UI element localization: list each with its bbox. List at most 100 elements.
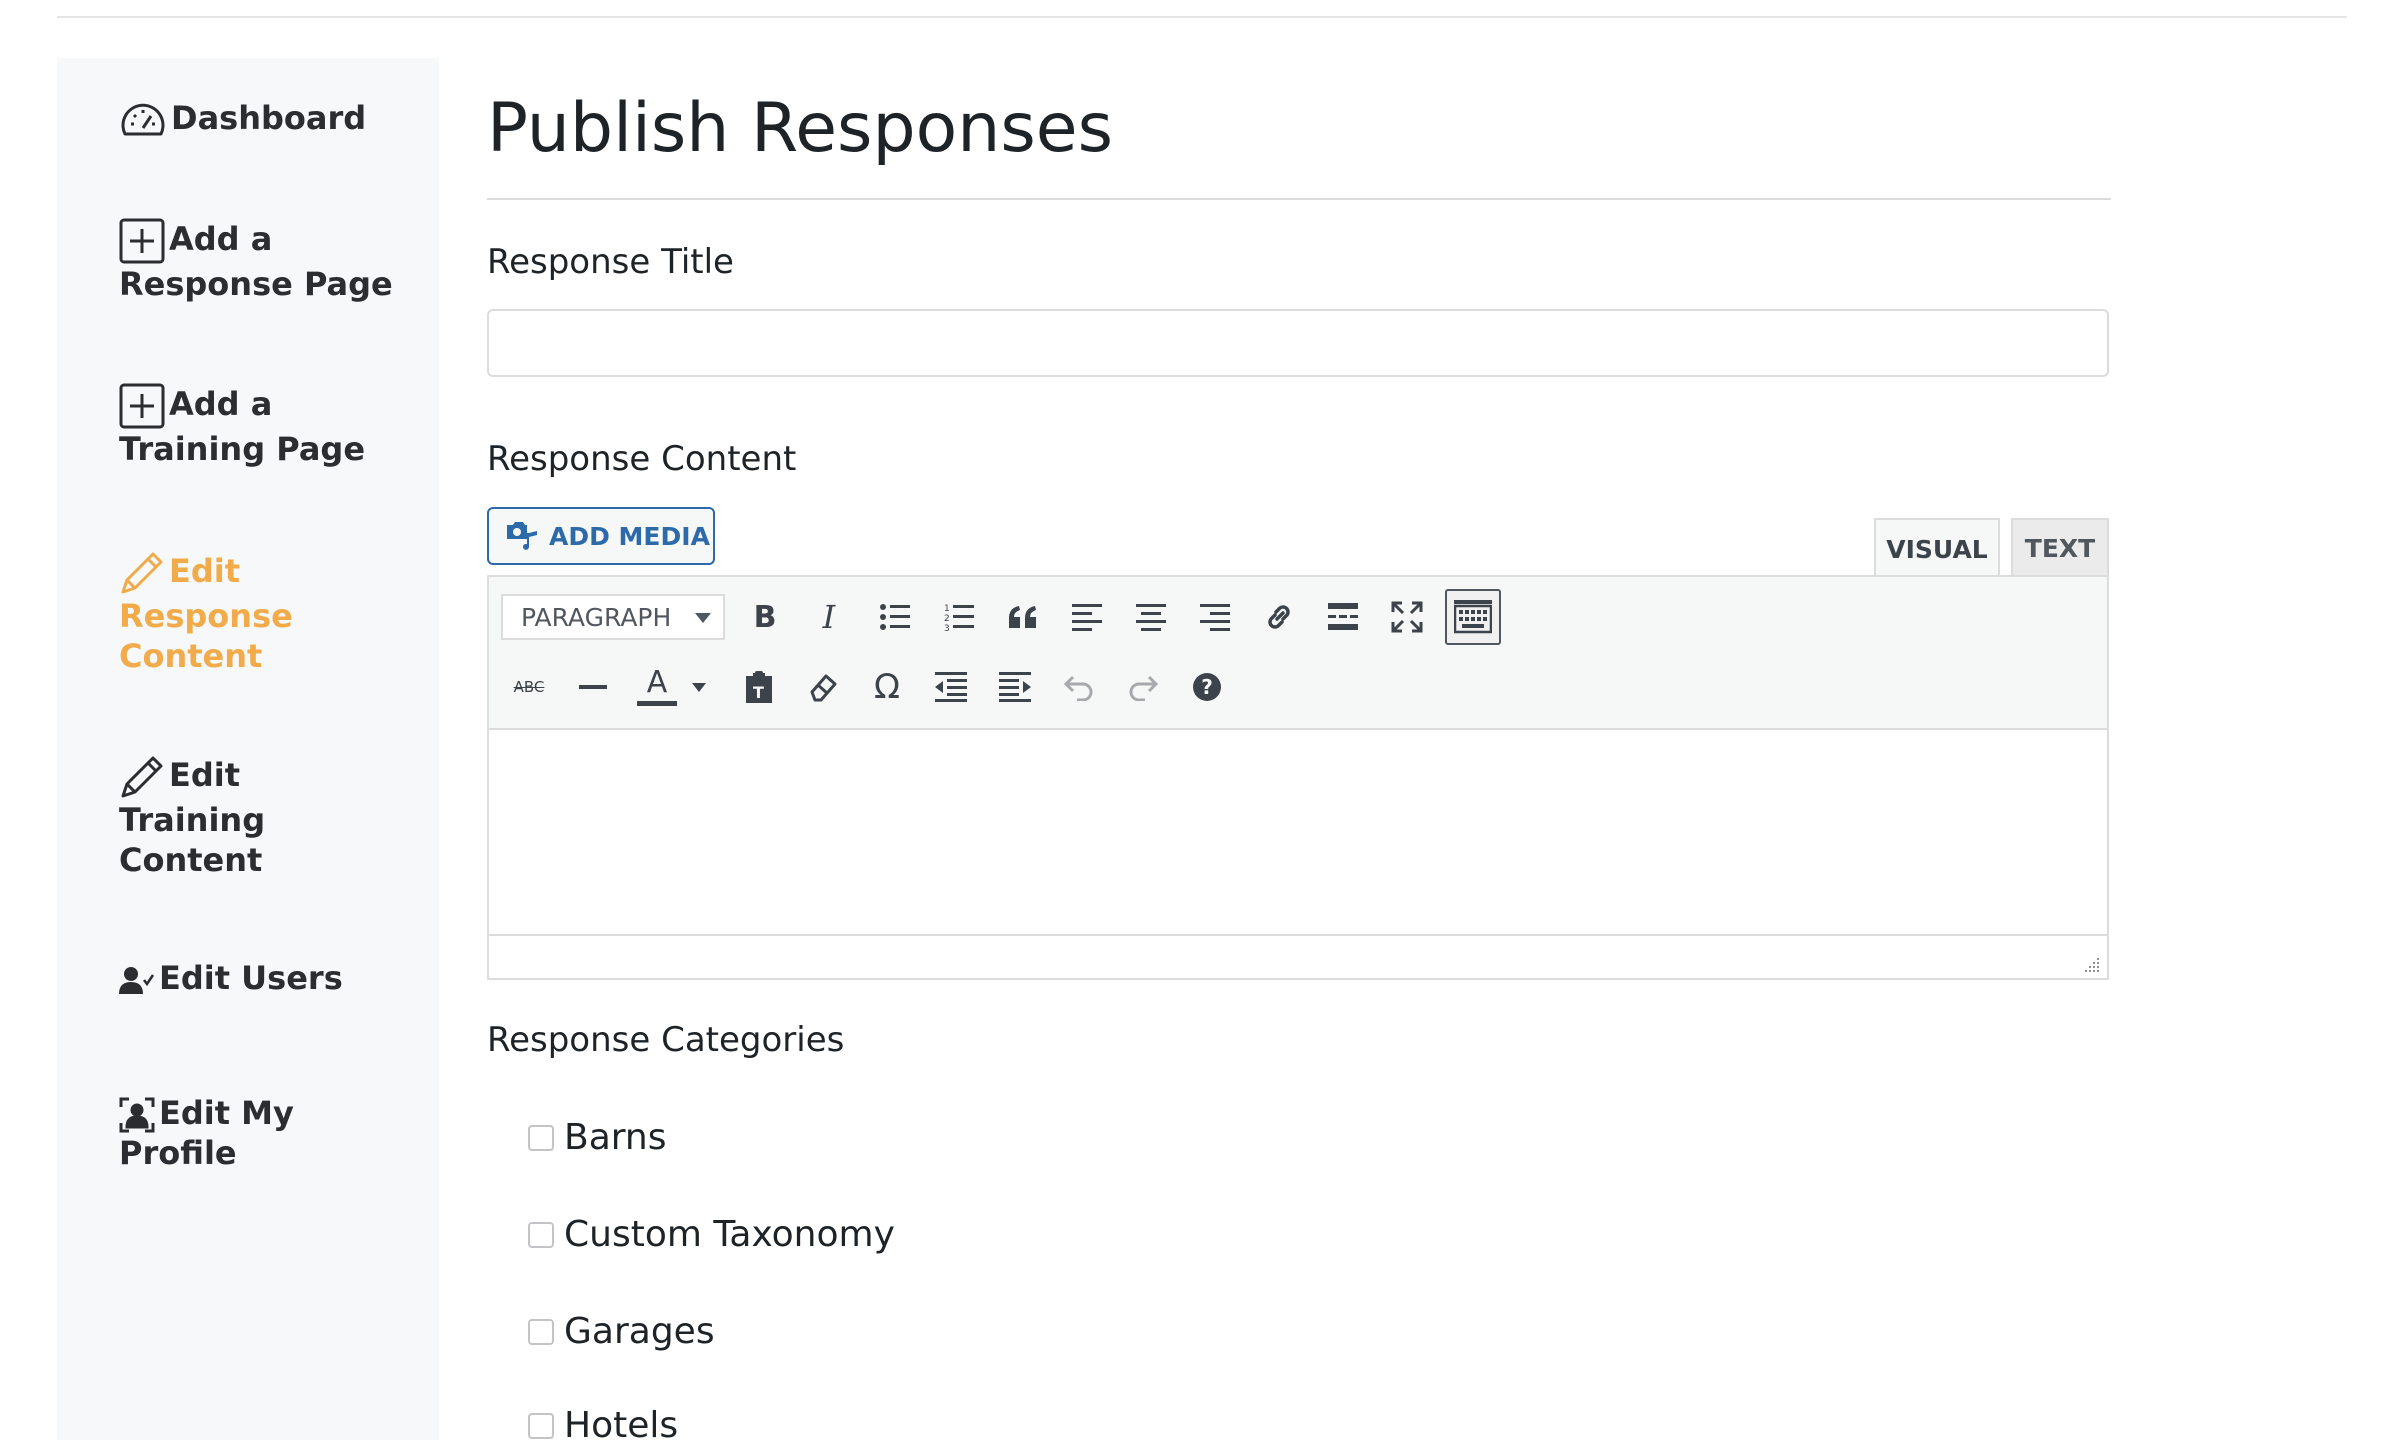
sidebar-item-add-training-page[interactable]: Add a Training Page [119,383,419,469]
category-label: Garages [564,1311,715,1352]
sidebar-item-label: Response [119,597,293,635]
bullet-list-button[interactable] [869,591,921,643]
chevron-down-icon [692,682,706,692]
text-color-swatch [637,701,677,706]
format-select-value: PARAGRAPH [521,602,672,632]
toolbar-toggle-icon [1454,600,1492,634]
text-color-button[interactable]: A [631,661,683,713]
redo-icon [1129,675,1159,701]
content-editor-area[interactable] [487,730,2109,935]
indent-icon [999,672,1031,702]
outdent-button[interactable] [925,661,977,713]
undo-button[interactable] [1053,661,1105,713]
text-color-icon: A [637,668,677,706]
toolbar-toggle-button[interactable] [1445,589,1501,645]
sidebar-item-add-response-page[interactable]: Add a Response Page [119,218,419,304]
strikethrough-button[interactable]: ABC [503,661,555,713]
svg-text:2: 2 [944,614,950,624]
sidebar-item-edit-users[interactable]: Edit Users [119,958,419,998]
sidebar-item-dashboard[interactable]: Dashboard [119,98,419,140]
svg-text:T: T [753,683,764,702]
tab-text[interactable]: TEXT [2011,518,2109,576]
dashboard-gauge-icon [119,100,167,140]
checkbox[interactable] [528,1222,554,1248]
bold-button[interactable]: B [739,591,791,643]
blockquote-icon [1009,606,1036,628]
response-content-label: Response Content [487,439,797,479]
format-select[interactable]: PARAGRAPH [501,594,725,640]
user-check-icon [119,964,155,996]
sidebar-item-edit-response-content[interactable]: Edit Response Content [119,550,419,676]
sidebar-item-label: Dashboard [171,99,367,137]
page-title: Publish Responses [487,89,1114,168]
horizontal-line-icon [579,685,607,689]
sidebar-item-label: Content [119,841,263,879]
italic-icon: I [822,598,836,636]
align-left-button[interactable] [1061,591,1113,643]
sidebar-item-label: Edit [169,756,241,794]
align-right-icon [1200,604,1230,631]
blockquote-button[interactable] [997,591,1049,643]
sidebar-item-edit-training-content[interactable]: Edit Training Content [119,754,419,880]
help-icon: ? [1193,673,1221,701]
sidebar-item-edit-my-profile[interactable]: Edit My Profile [119,1093,419,1173]
link-icon [1268,605,1290,629]
clear-formatting-icon [810,674,837,702]
checkbox[interactable] [528,1413,554,1439]
category-checkbox-hotels[interactable]: Hotels [528,1404,678,1448]
title-divider [487,198,2111,200]
paste-text-button[interactable]: T [733,661,785,713]
align-center-button[interactable] [1125,591,1177,643]
category-label: Custom Taxonomy [564,1214,895,1255]
indent-button[interactable] [989,661,1041,713]
plus-square-icon [119,218,165,264]
sidebar-item-label: Training [119,801,266,839]
numbered-list-button[interactable]: 123 [933,591,985,643]
resize-handle-icon[interactable] [2081,954,2101,974]
sidebar: Dashboard Add a Response Page Add a Trai… [57,58,439,1440]
sidebar-item-label: Edit [169,552,241,590]
category-checkbox-barns[interactable]: Barns [528,1116,667,1160]
svg-text:3: 3 [944,624,950,632]
align-left-icon [1072,604,1102,631]
special-character-icon: Ω [874,667,900,707]
response-title-input[interactable] [487,309,2109,377]
svg-text:?: ? [1201,675,1213,699]
outdent-icon [935,672,967,702]
text-color-dropdown[interactable] [685,661,713,713]
read-more-button[interactable] [1317,591,1369,643]
category-label: Barns [564,1117,667,1158]
italic-button[interactable]: I [803,591,855,643]
special-character-button[interactable]: Ω [861,661,913,713]
help-button[interactable]: ? [1181,661,1233,713]
paste-text-icon: T [746,671,772,703]
sidebar-item-label: Edit Users [159,959,343,997]
category-checkbox-garages[interactable]: Garages [528,1310,715,1354]
sidebar-item-label: Add a [169,220,273,258]
sidebar-item-label: Response Page [119,265,393,303]
read-more-icon [1328,603,1358,630]
editor-toolbar: PARAGRAPH B I 123 ABC A T Ω ? [487,575,2109,730]
chevron-down-icon [695,613,711,623]
link-button[interactable] [1253,591,1305,643]
undo-icon [1063,675,1093,701]
bold-icon: B [753,599,777,635]
category-checkbox-custom-taxonomy[interactable]: Custom Taxonomy [528,1213,895,1257]
sidebar-item-label: Edit My [159,1094,294,1132]
plus-square-icon [119,383,165,429]
category-label: Hotels [564,1405,679,1446]
tab-visual[interactable]: VISUAL [1874,518,2000,578]
align-right-button[interactable] [1189,591,1241,643]
clear-formatting-button[interactable] [797,661,849,713]
fullscreen-button[interactable] [1381,591,1433,643]
checkbox[interactable] [528,1125,554,1151]
fullscreen-icon [1391,601,1423,633]
checkbox[interactable] [528,1319,554,1345]
pencil-icon [119,550,165,596]
pencil-icon [119,754,165,800]
sidebar-item-label: Add a [169,385,273,423]
add-media-button[interactable]: ADD MEDIA [487,507,715,565]
top-divider [57,16,2347,18]
redo-button[interactable] [1117,661,1169,713]
horizontal-line-button[interactable] [567,661,619,713]
